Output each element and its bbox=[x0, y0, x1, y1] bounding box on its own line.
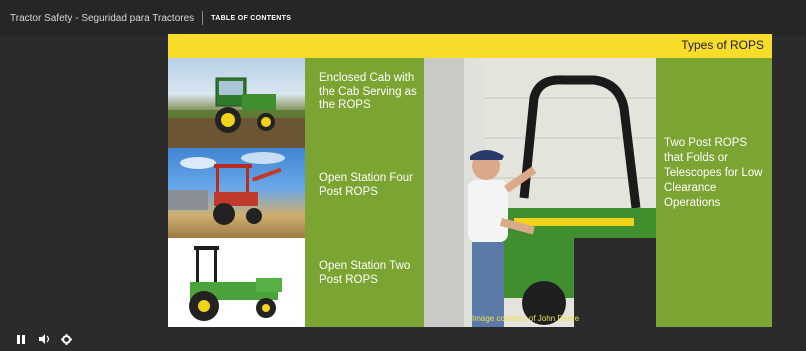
table-of-contents-button[interactable]: TABLE OF CONTENTS bbox=[211, 15, 291, 22]
player-controls bbox=[0, 330, 806, 351]
gear-icon[interactable] bbox=[59, 332, 73, 346]
photo-credit: Image courtesy of John Deere bbox=[472, 314, 580, 323]
top-bar: Tractor Safety - Seguridad para Tractore… bbox=[0, 0, 806, 36]
enclosed-cab-label: Enclosed Cab with the Cab Serving as the… bbox=[319, 72, 417, 111]
course-title: Tractor Safety - Seguridad para Tractore… bbox=[10, 12, 195, 24]
four-post-rops-label: Open Station Four Post ROPS bbox=[319, 172, 413, 198]
slide-title: Types of ROPS bbox=[681, 38, 764, 52]
divider bbox=[202, 11, 204, 25]
four-post-rops-tractor-photo bbox=[168, 148, 305, 238]
folding-rops-label: Two Post ROPS that Folds or Telescopes f… bbox=[664, 137, 763, 209]
enclosed-cab-tractor-photo bbox=[168, 58, 305, 148]
pause-icon[interactable] bbox=[14, 332, 28, 346]
volume-icon[interactable] bbox=[37, 332, 51, 346]
two-post-rops-tractor-photo bbox=[168, 238, 305, 327]
slide-header: Types of ROPS bbox=[168, 34, 772, 58]
slide: Types of ROPS Enclosed Cab with the Cab … bbox=[168, 34, 772, 327]
folding-rops-photo: Image courtesy of John Deere bbox=[424, 58, 656, 327]
two-post-rops-label: Open Station Two Post ROPS bbox=[319, 260, 411, 286]
